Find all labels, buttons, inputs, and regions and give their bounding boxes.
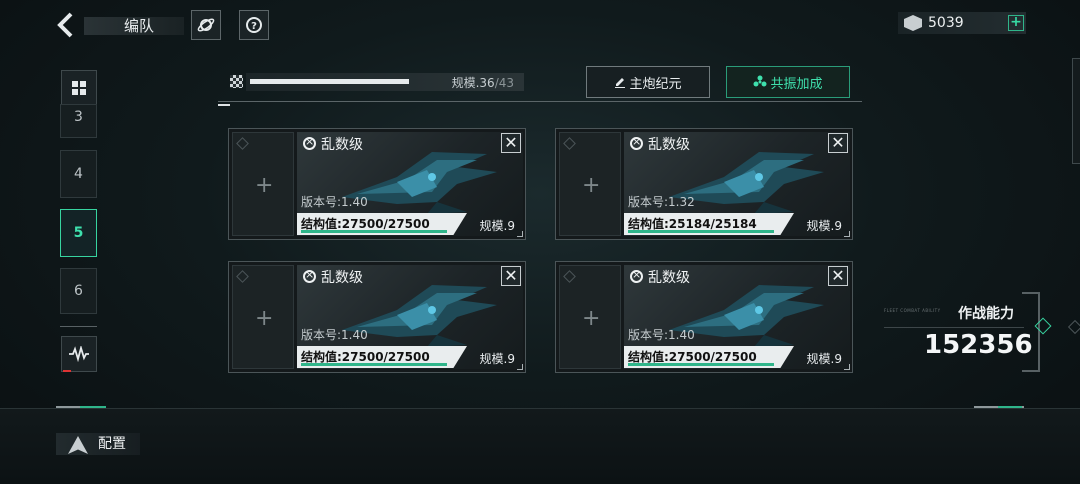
ship-icon (669, 285, 824, 347)
combat-power-sub: FLEET COMBAT ABILITY (884, 308, 941, 313)
target-icon (630, 268, 643, 283)
resonance-label: 共振加成 (770, 76, 823, 92)
page-title: 编队 (124, 17, 155, 35)
currency-display: 5039 (898, 12, 1026, 34)
hp-box: 结构值:27500/27500 (624, 346, 794, 368)
target-icon (303, 135, 316, 150)
combat-power-value: 152356 (924, 330, 1033, 360)
svg-text:?: ? (251, 21, 257, 32)
capacity-fill (250, 79, 410, 84)
add-module-slot[interactable]: + (232, 265, 294, 369)
add-module-slot[interactable]: + (559, 132, 621, 236)
ship-name: 乱数级 (648, 137, 690, 153)
config-label[interactable]: 配置 (98, 433, 126, 453)
ship-version: 版本号:1.40 (301, 328, 368, 342)
resonance-button[interactable]: 共振加成 (726, 66, 850, 98)
plus-icon: + (255, 173, 274, 198)
divider (60, 326, 97, 327)
target-icon (303, 268, 316, 283)
add-currency-button[interactable]: + (1008, 15, 1024, 31)
diamond-icon (236, 270, 249, 283)
ship-icon (342, 152, 497, 214)
grid-icon (72, 81, 86, 95)
crystal-icon (904, 15, 922, 31)
ship-card[interactable]: + 乱数级 ✕ 版本号:1.40 结构值:27500/27500 规模.9 (228, 128, 526, 240)
ship-card[interactable]: + 乱数级 ✕ 版本号:1.40 结构值:27500/27500 规模.9 (555, 261, 853, 373)
hp-bar (301, 230, 447, 233)
corner-mark (844, 364, 850, 370)
grid-view-button[interactable] (61, 70, 97, 106)
hp-bar (301, 363, 447, 366)
currency-value: 5039 (928, 15, 964, 31)
ship-card[interactable]: + 乱数级 ✕ 版本号:1.32 结构值:25184/25184 规模.9 (555, 128, 853, 240)
plus-icon: + (582, 306, 601, 331)
corner-mark (517, 364, 523, 370)
diamond-icon (563, 270, 576, 283)
ship-icon (669, 152, 824, 214)
ship-name: 乱数级 (321, 270, 363, 286)
main-gun-label: 主炮纪元 (629, 76, 682, 92)
ship-version: 版本号:1.32 (628, 195, 695, 209)
combat-power-panel: FLEET COMBAT ABILITY 作战能力 152356 (884, 292, 1040, 372)
corner-mark (517, 231, 523, 237)
target-icon (630, 135, 643, 150)
help-button[interactable]: ? (239, 10, 269, 40)
hp-box: 结构值:27500/27500 (297, 346, 467, 368)
divider-line (218, 101, 862, 102)
fleet-slot-6[interactable]: 6 (60, 268, 97, 314)
fleet-slot-5[interactable]: 5 (60, 209, 97, 257)
checker-flag-icon (230, 75, 243, 88)
chevron-left-icon (57, 12, 73, 38)
red-marker (63, 370, 71, 372)
ship-icon (342, 285, 497, 347)
hp-bar (628, 230, 774, 233)
planet-icon (197, 18, 215, 32)
bracket-decoration (1022, 292, 1040, 372)
plus-icon: + (582, 173, 601, 198)
ship-scale: 规模.9 (479, 219, 515, 233)
remove-button[interactable]: ✕ (828, 133, 848, 153)
waveform-icon (69, 346, 89, 362)
divider-accent (218, 104, 230, 106)
corner-mark (844, 231, 850, 237)
fleet-slot-4[interactable]: 4 (60, 150, 97, 198)
divider-line (884, 327, 1024, 328)
remove-button[interactable]: ✕ (828, 266, 848, 286)
pencil-icon (615, 78, 626, 88)
plus-icon: + (255, 306, 274, 331)
ship-scale: 规模.9 (479, 352, 515, 366)
divider-hairline-accent (80, 406, 106, 408)
waveform-button[interactable] (61, 336, 97, 372)
hp-bar (628, 363, 774, 366)
resonance-icon (753, 75, 767, 87)
diamond-icon (236, 137, 249, 150)
ship-scale: 规模.9 (806, 219, 842, 233)
remove-button[interactable]: ✕ (501, 133, 521, 153)
ship-name: 乱数级 (321, 137, 363, 153)
background (0, 0, 1080, 484)
divider-hairline-accent (998, 406, 1022, 408)
planet-button[interactable] (191, 10, 221, 40)
ship-card[interactable]: + 乱数级 ✕ 版本号:1.40 结构值:27500/27500 规模.9 (228, 261, 526, 373)
combat-power-label: 作战能力 (958, 306, 1014, 322)
capacity-bar: 规模.36/43 (246, 73, 524, 91)
question-icon: ? (246, 17, 262, 33)
hp-box: 结构值:25184/25184 (624, 213, 794, 235)
right-side-tab[interactable] (1072, 58, 1080, 164)
remove-button[interactable]: ✕ (501, 266, 521, 286)
main-gun-button[interactable]: 主炮纪元 (586, 66, 710, 98)
diamond-icon (563, 137, 576, 150)
back-button[interactable] (56, 12, 82, 38)
add-module-slot[interactable]: + (232, 132, 294, 236)
ship-version: 版本号:1.40 (628, 328, 695, 342)
ship-version: 版本号:1.40 (301, 195, 368, 209)
hp-box: 结构值:27500/27500 (297, 213, 467, 235)
fleet-slot-3[interactable]: 3 (60, 104, 97, 138)
capacity-text: 规模.36/43 (451, 76, 514, 90)
ship-scale: 规模.9 (806, 352, 842, 366)
add-module-slot[interactable]: + (559, 265, 621, 369)
ship-name: 乱数级 (648, 270, 690, 286)
